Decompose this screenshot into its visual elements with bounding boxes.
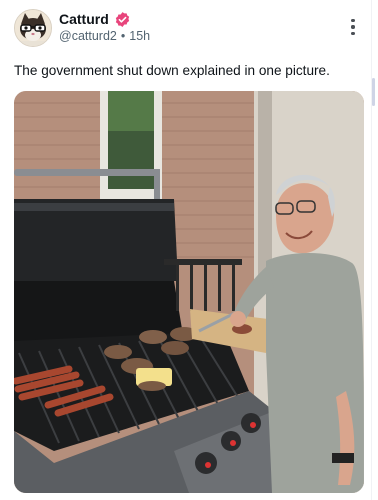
verified-badge-icon xyxy=(115,11,129,27)
author-handle[interactable]: @catturd2 xyxy=(59,29,117,43)
grilling-photo xyxy=(14,91,364,493)
post-text: The government shut down explained in on… xyxy=(14,63,330,78)
cat-avatar-icon xyxy=(15,10,51,46)
post-meta: @catturd2 • 15h xyxy=(59,29,150,43)
author-avatar[interactable] xyxy=(14,9,52,47)
more-options-icon[interactable] xyxy=(344,15,362,39)
author-name-row: Catturd xyxy=(59,10,131,28)
scroll-track xyxy=(371,0,372,500)
post-image[interactable] xyxy=(14,91,364,493)
post-card: Catturd @catturd2 • 15h The government s… xyxy=(0,0,375,500)
post-timestamp[interactable]: 15h xyxy=(129,29,150,43)
author-display-name[interactable]: Catturd xyxy=(59,10,109,28)
meta-separator: • xyxy=(120,29,126,43)
scrollbar-thumb[interactable] xyxy=(372,78,375,106)
